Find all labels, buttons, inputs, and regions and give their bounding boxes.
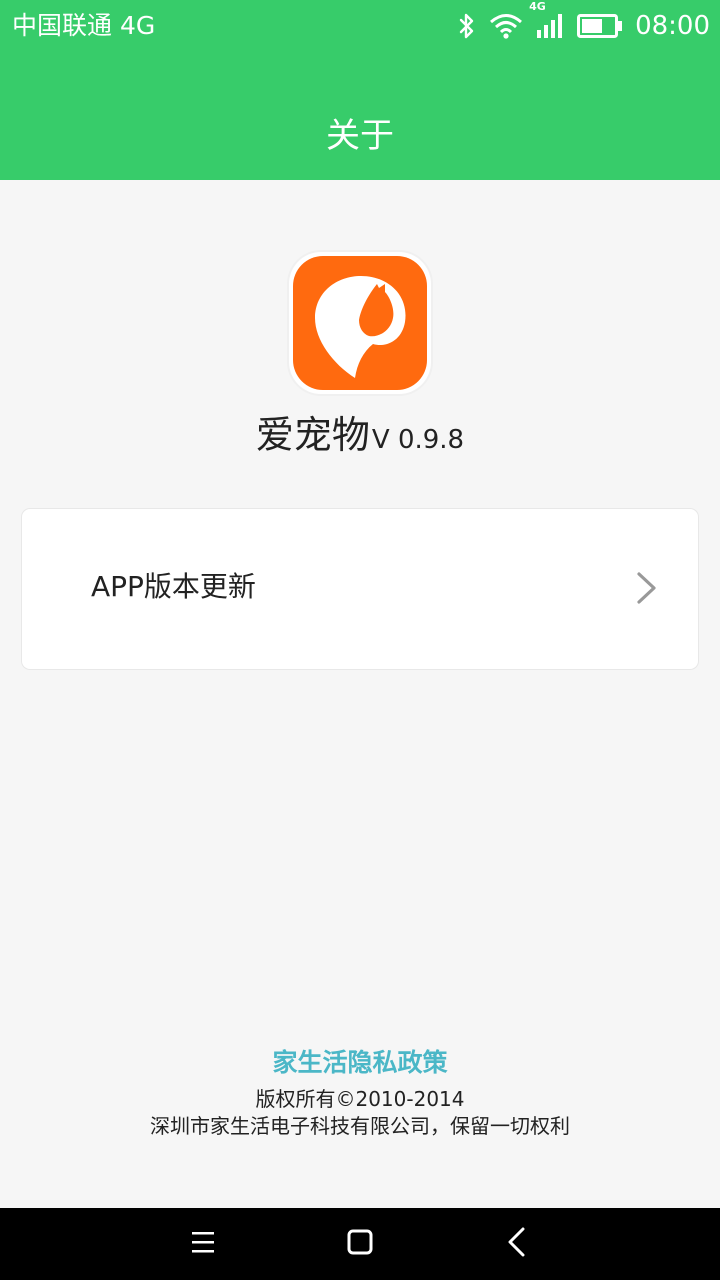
home-button[interactable]	[340, 1224, 380, 1264]
app-name: 爱宠物	[255, 413, 370, 457]
chevron-right-icon	[636, 571, 658, 609]
menu-icon	[189, 1229, 217, 1259]
app-name-version: 爱宠物V 0.9.8	[0, 408, 720, 467]
status-bar: 中国联通 4G 4G 08:00	[0, 0, 720, 52]
about-screen: 中国联通 4G 4G 08:00 关于 爱宠物V 0.9.8 APP版本更新 家…	[0, 0, 720, 1280]
back-button[interactable]	[497, 1224, 537, 1264]
carrier-label: 中国联通 4G	[12, 11, 156, 40]
app-update-row[interactable]: APP版本更新	[22, 509, 698, 669]
clock: 08:00	[635, 11, 710, 41]
back-icon	[505, 1226, 529, 1262]
bluetooth-icon	[457, 12, 477, 40]
app-version: V 0.9.8	[371, 425, 465, 455]
signal-icon: 4G	[529, 0, 565, 40]
navigation-bar	[0, 1208, 720, 1280]
app-header: 中国联通 4G 4G 08:00 关于	[0, 0, 720, 180]
wifi-icon	[489, 12, 523, 40]
page-title: 关于	[326, 116, 394, 156]
network-type-label: 4G	[529, 0, 546, 13]
app-update-label: APP版本更新	[91, 570, 256, 603]
company-text: 深圳市家生活电子科技有限公司，保留一切权利	[150, 1114, 570, 1138]
battery-icon	[577, 13, 623, 39]
menu-button[interactable]	[183, 1224, 223, 1264]
app-logo-icon	[293, 256, 427, 390]
home-icon	[345, 1227, 375, 1261]
settings-card: APP版本更新	[22, 509, 698, 669]
privacy-policy-link[interactable]: 家生活隐私政策	[0, 1044, 720, 1082]
status-icons: 4G 08:00	[445, 0, 710, 44]
copyright-text: 版权所有©2010-2014	[255, 1087, 465, 1111]
app-logo	[289, 252, 431, 394]
